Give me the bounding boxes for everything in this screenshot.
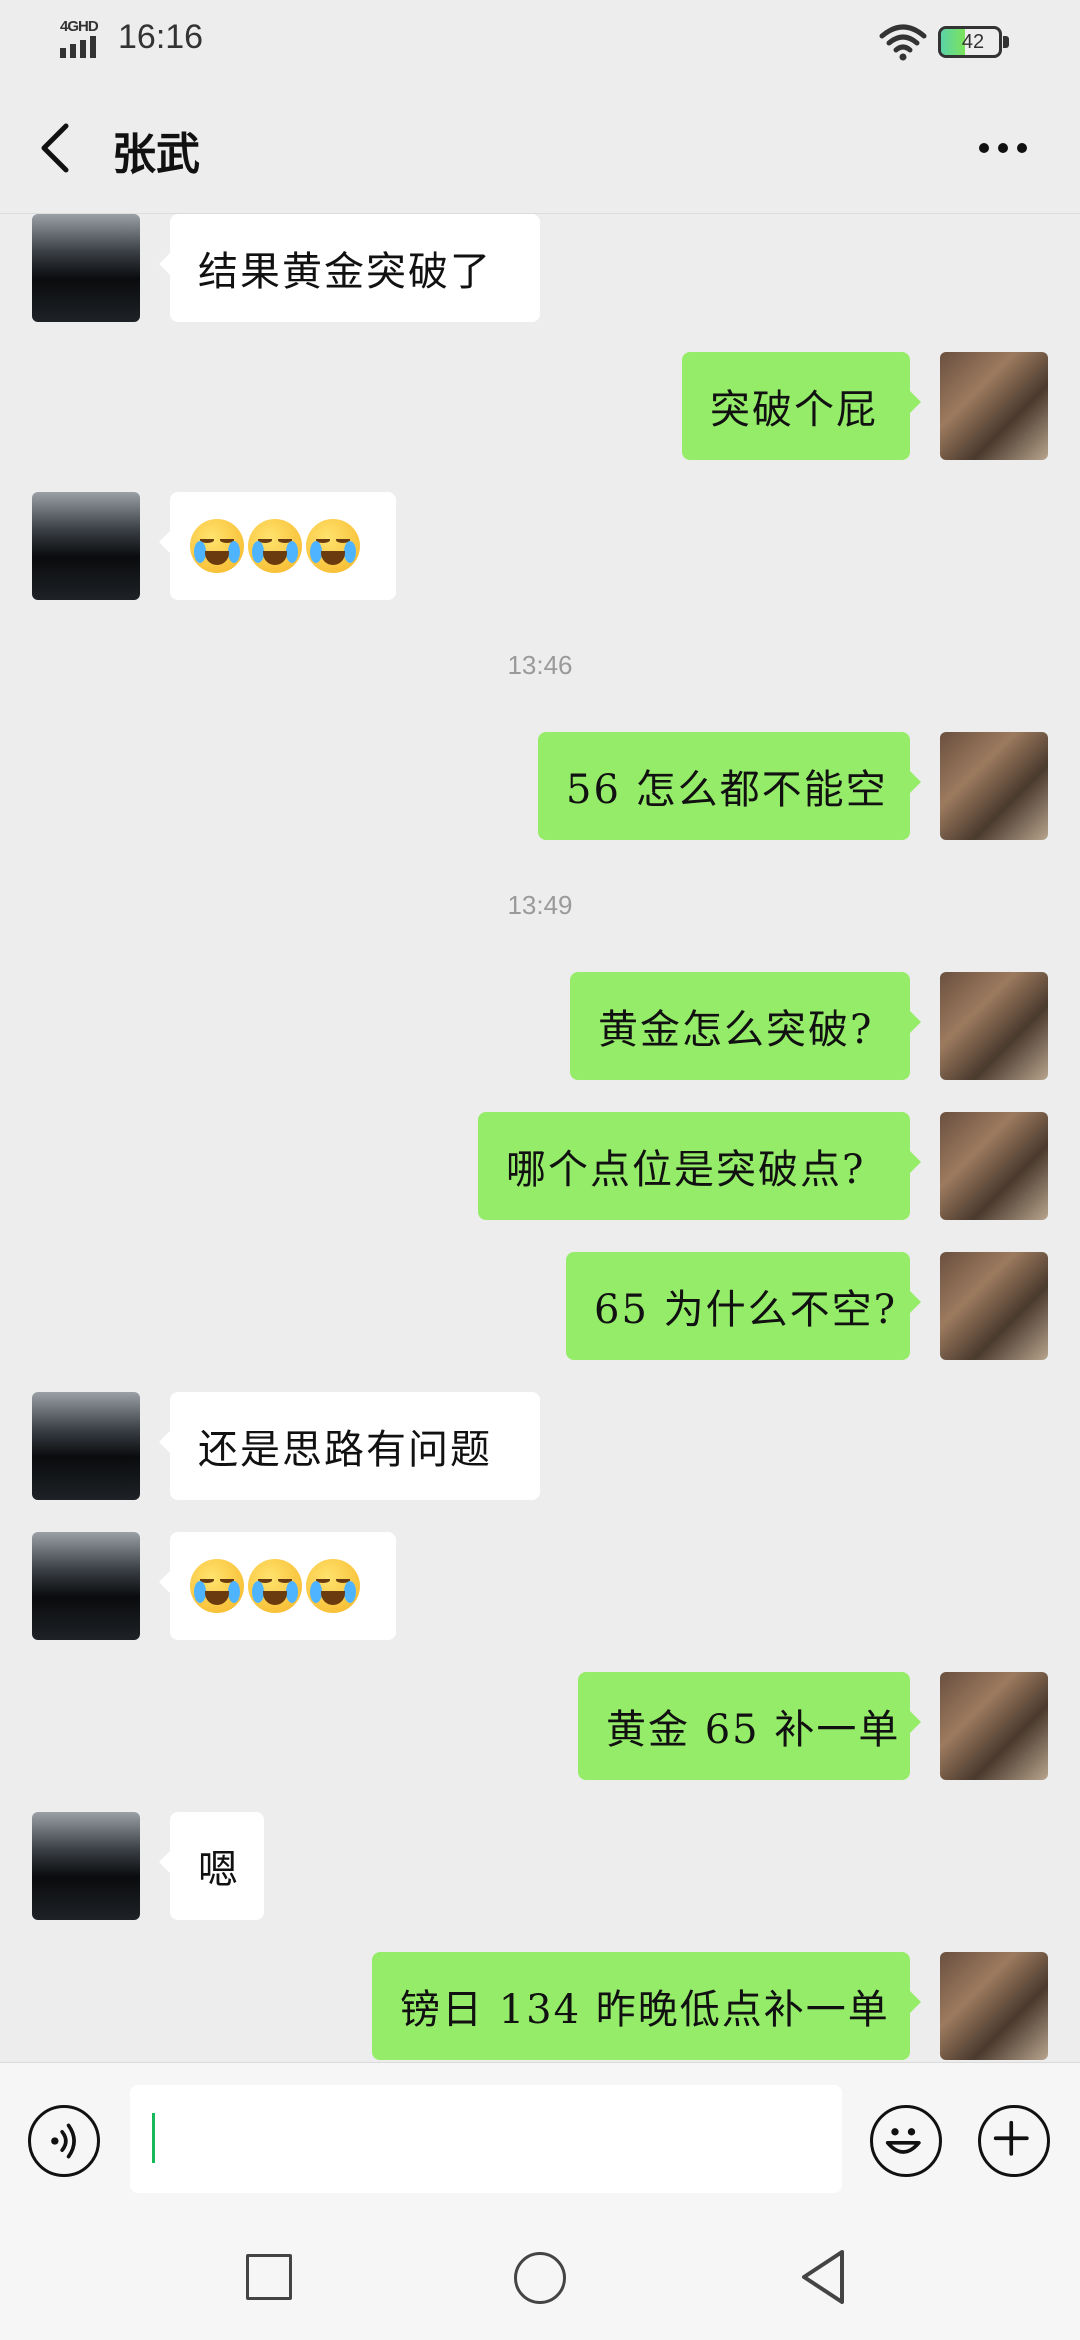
message-bubble-incoming[interactable]: 结果黄金突破了 xyxy=(159,214,540,322)
emoji-icon xyxy=(885,2128,921,2154)
status-bar: 4GHD 16:16 42 xyxy=(0,0,1080,80)
loudly-crying-face-icon xyxy=(248,1559,302,1613)
message-timestamp: 13:49 xyxy=(507,890,573,920)
message-bubble-outgoing[interactable]: 黄金怎么突破? xyxy=(570,972,921,1080)
message-list[interactable]: 结果黄金突破了 突破个屁 13:46 56 怎么都不能空 13:49 黄金怎么突… xyxy=(0,214,1080,2062)
loudly-crying-face-icon xyxy=(190,519,244,573)
message-bubble-outgoing[interactable]: 突破个屁 xyxy=(682,352,921,460)
emoji-button[interactable] xyxy=(870,2105,942,2177)
contact-avatar[interactable] xyxy=(32,1392,140,1500)
chat-title: 张武 xyxy=(112,129,200,180)
signal-icon: 4GHD xyxy=(58,18,106,58)
my-avatar[interactable] xyxy=(940,732,1048,840)
my-avatar[interactable] xyxy=(940,1112,1048,1220)
my-avatar[interactable] xyxy=(940,1672,1048,1780)
contact-avatar[interactable] xyxy=(32,214,140,322)
emoji-message-bubble[interactable] xyxy=(159,492,396,600)
text-cursor xyxy=(152,2113,155,2163)
message-input[interactable] xyxy=(130,2085,842,2193)
loudly-crying-face-icon xyxy=(306,519,360,573)
system-back-button[interactable] xyxy=(798,2248,848,2306)
contact-avatar[interactable] xyxy=(32,1812,140,1920)
message-bubble-outgoing[interactable]: 65 为什么不空? xyxy=(566,1252,921,1360)
battery-icon: 42 xyxy=(938,26,1010,58)
my-avatar[interactable] xyxy=(940,1952,1048,2060)
voice-icon xyxy=(51,2123,76,2159)
message-bubble-outgoing[interactable]: 哪个点位是突破点? xyxy=(478,1112,921,1220)
plus-icon xyxy=(993,2120,1029,2156)
more-button[interactable] xyxy=(978,138,1028,158)
loudly-crying-face-icon xyxy=(248,519,302,573)
recents-button[interactable] xyxy=(246,2254,292,2300)
status-time: 16:16 xyxy=(118,18,204,56)
loudly-crying-face-icon xyxy=(190,1559,244,1613)
back-button[interactable] xyxy=(36,120,76,176)
network-type: 4GHD xyxy=(60,18,99,35)
home-button[interactable] xyxy=(514,2252,566,2304)
input-bar xyxy=(0,2062,1080,2210)
message-bubble-incoming[interactable]: 还是思路有问题 xyxy=(159,1392,540,1500)
message-timestamp: 13:46 xyxy=(507,650,573,680)
my-avatar[interactable] xyxy=(940,352,1048,460)
my-avatar[interactable] xyxy=(940,972,1048,1080)
message-bubble-incoming[interactable]: 嗯 xyxy=(159,1812,264,1920)
contact-avatar[interactable] xyxy=(32,1532,140,1640)
emoji-message-bubble[interactable] xyxy=(159,1532,396,1640)
message-bubble-outgoing[interactable]: 56 怎么都不能空 xyxy=(538,732,921,840)
message-bubble-outgoing[interactable]: 镑日 134 昨晚低点补一单 xyxy=(372,1952,921,2060)
my-avatar[interactable] xyxy=(940,1252,1048,1360)
wifi-icon xyxy=(879,24,927,61)
chat-header: 张武 xyxy=(0,80,1080,214)
system-nav-bar xyxy=(0,2210,1080,2340)
loudly-crying-face-icon xyxy=(306,1559,360,1613)
contact-avatar[interactable] xyxy=(32,492,140,600)
battery-level: 42 xyxy=(961,31,985,53)
more-functions-button[interactable] xyxy=(978,2105,1050,2177)
message-bubble-outgoing[interactable]: 黄金 65 补一单 xyxy=(578,1672,921,1780)
voice-button[interactable] xyxy=(28,2105,100,2177)
